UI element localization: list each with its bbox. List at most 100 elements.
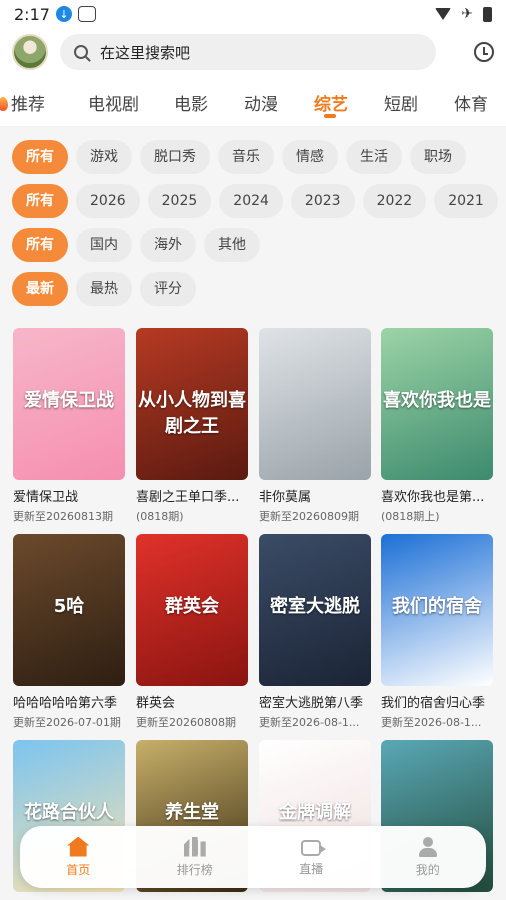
show-card[interactable]: 我们的宿舍我们的宿舍归心季 更新至2026-08-1...	[381, 534, 493, 730]
show-poster[interactable]: 密室大逃脱	[259, 534, 371, 686]
tab-active-indicator	[324, 114, 336, 118]
tab-tv[interactable]: 电视剧	[88, 90, 139, 115]
filter-chip[interactable]: 其他	[204, 228, 260, 262]
filter-chip[interactable]: 2025	[147, 184, 212, 218]
filter-chip[interactable]: 所有	[12, 228, 68, 262]
show-card[interactable]: 非你莫属 更新至20260809期	[259, 328, 371, 524]
poster-title: 喜欢你我也是	[383, 390, 491, 411]
filter-chip[interactable]: 2021	[434, 184, 498, 218]
nav-label: 排行榜	[176, 862, 213, 877]
battery-icon	[483, 6, 492, 22]
filter-chip[interactable]: 生活	[346, 140, 402, 174]
filter-chip[interactable]: 情感	[282, 140, 338, 174]
live-icon	[301, 839, 327, 856]
status-time: 2:17	[14, 4, 50, 24]
show-poster[interactable]: 爱情保卫战	[13, 328, 125, 480]
show-poster[interactable]: 我们的宿舍	[381, 534, 493, 686]
show-card[interactable]: 爱情保卫战 爱情保卫战 更新至20260813期	[13, 328, 125, 524]
show-title: 群英会	[136, 696, 176, 711]
filter-chip[interactable]: 2024	[219, 184, 283, 218]
filter-chip[interactable]: 游戏	[76, 140, 132, 174]
show-card[interactable]: 密室大逃脱密室大逃脱第八季 更新至2026-08-1...	[259, 534, 371, 730]
nav-label: 直播	[299, 861, 324, 876]
poster-title: 5哈	[53, 596, 85, 617]
tab-variety[interactable]: 综艺	[314, 90, 348, 115]
tab-short-drama[interactable]: 短剧	[384, 90, 418, 115]
poster-title: 爱情保卫战	[24, 390, 114, 411]
show-title: 我们的宿舍归心季	[381, 696, 486, 711]
category-tabs: 推荐 电视剧 电影 动漫 综艺 短剧 体育	[0, 76, 506, 126]
show-update-status: (0818期)	[136, 510, 184, 523]
show-title: 密室大逃脱第八季	[259, 696, 364, 711]
show-update-status: 更新至2026-08-1...	[381, 716, 482, 729]
filter-region: 所有 国内 海外 其他	[12, 228, 260, 262]
history-icon[interactable]	[474, 42, 494, 62]
avatar[interactable]	[12, 34, 48, 70]
filter-chip[interactable]: 海外	[140, 228, 196, 262]
filter-year: 所有 2026 2025 2024 2023 2022 2021	[12, 184, 498, 218]
filter-chip[interactable]: 职场	[410, 140, 466, 174]
poster-title: 群英会	[165, 596, 219, 617]
filter-chip[interactable]: 2026	[76, 184, 140, 218]
profile-icon	[418, 836, 438, 857]
filter-chip[interactable]: 所有	[12, 140, 68, 174]
filter-chip[interactable]: 音乐	[218, 140, 274, 174]
show-update-status: 更新至2026-07-01期	[13, 716, 121, 729]
download-icon: ↓	[55, 6, 72, 22]
poster-title: 密室大逃脱	[270, 596, 360, 617]
filter-sort: 最新 最热 评分	[12, 272, 196, 306]
tab-anime[interactable]: 动漫	[244, 90, 278, 115]
poster-title: 从小人物到喜剧之王	[138, 390, 246, 437]
nav-live[interactable]: 直播	[253, 826, 370, 888]
tab-sports[interactable]: 体育	[454, 90, 488, 115]
wifi-icon	[435, 8, 452, 20]
poster-title: 我们的宿舍	[392, 596, 482, 617]
show-poster[interactable]: 从小人物到喜剧之王	[136, 328, 248, 480]
filter-chip[interactable]: 国内	[76, 228, 132, 262]
tab-movie[interactable]: 电影	[174, 90, 208, 115]
search-bar[interactable]: 在这里搜索吧	[60, 34, 436, 70]
filter-chip[interactable]: 2023	[290, 184, 355, 218]
fire-icon	[0, 97, 8, 111]
filter-chip[interactable]: 评分	[140, 272, 196, 306]
home-icon	[67, 836, 90, 857]
nav-ranking[interactable]: 排行榜	[137, 826, 254, 888]
show-title: 哈哈哈哈哈第六季	[13, 696, 118, 711]
search-input[interactable]: 在这里搜索吧	[100, 42, 190, 63]
header: 在这里搜索吧	[0, 28, 506, 76]
poster-title: 金牌调解	[279, 802, 351, 823]
rank-icon	[183, 836, 206, 857]
show-poster[interactable]	[259, 328, 371, 480]
show-card[interactable]: 从小人物到喜剧之王喜剧之王单口季... (0818期)	[136, 328, 248, 524]
show-poster[interactable]: 群英会	[136, 534, 248, 686]
filter-chip[interactable]: 最新	[12, 272, 68, 306]
show-card[interactable]: 5哈哈哈哈哈哈第六季 更新至2026-07-01期	[13, 534, 125, 730]
filter-chip[interactable]: 最热	[76, 272, 132, 306]
nav-label: 我的	[415, 862, 440, 877]
show-title: 喜剧之王单口季...	[136, 490, 240, 505]
tab-recommend[interactable]: 推荐	[0, 90, 45, 115]
show-update-status: 更新至20260809期	[259, 510, 359, 523]
nav-profile[interactable]: 我的	[370, 826, 487, 888]
filter-chip[interactable]: 脱口秀	[140, 140, 210, 174]
filter-genre: 所有 游戏 脱口秀 音乐 情感 生活 职场	[12, 140, 466, 174]
filter-chip[interactable]: 所有	[12, 184, 68, 218]
app-notification-icon	[77, 6, 96, 22]
show-card[interactable]: 喜欢你我也是喜欢你我也是第... (0818期上)	[381, 328, 493, 524]
show-title: 爱情保卫战	[13, 490, 79, 505]
bottom-nav: 首页 排行榜 直播 我的	[20, 826, 486, 888]
show-update-status: 更新至20260813期	[13, 510, 113, 523]
filter-chip[interactable]: 2022	[362, 184, 427, 218]
show-update-status: (0818期上)	[381, 510, 440, 523]
show-card[interactable]: 群英会 群英会 更新至20260808期	[136, 534, 248, 730]
show-title: 喜欢你我也是第...	[381, 490, 485, 505]
search-icon	[74, 45, 88, 59]
poster-title: 养生堂	[165, 802, 219, 823]
show-poster[interactable]: 5哈	[13, 534, 125, 686]
show-poster[interactable]: 喜欢你我也是	[381, 328, 493, 480]
poster-title: 花路合伙人	[24, 802, 114, 823]
show-update-status: 更新至2026-08-1...	[259, 716, 360, 729]
show-update-status: 更新至20260808期	[136, 716, 236, 729]
nav-home[interactable]: 首页	[20, 826, 137, 888]
airplane-icon: ✈	[461, 6, 473, 22]
